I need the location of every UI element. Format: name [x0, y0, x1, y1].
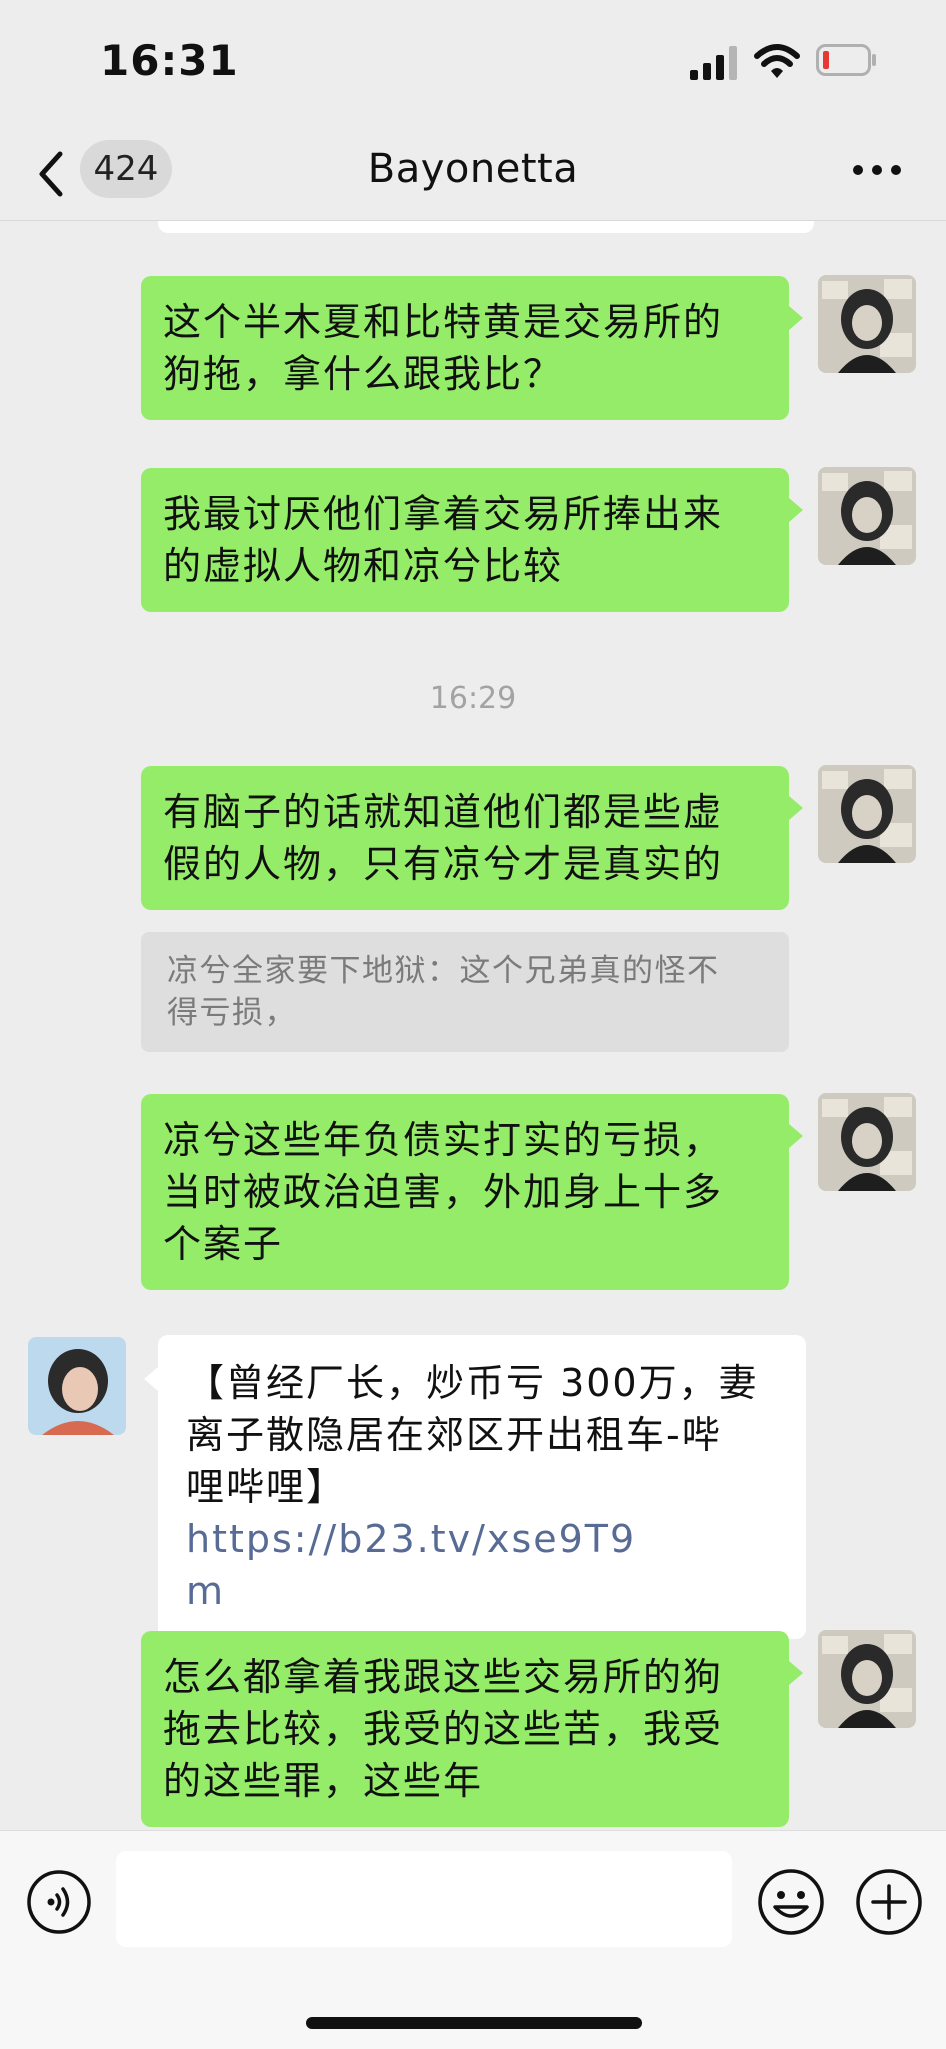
- message-line: 【曾经厂长，炒币亏 300万，妻: [186, 1361, 759, 1405]
- message-bubble-received[interactable]: 【曾经厂长，炒币亏 300万，妻 离子散隐居在郊区开出租车-哔 哩哔哩】 htt…: [144, 1335, 806, 1639]
- message-bubble-sent[interactable]: 这个半木夏和比特黄是交易所的 狗拖，拿什么跟我比？: [141, 276, 803, 420]
- status-bar: 16:31: [0, 0, 946, 130]
- message-link[interactable]: https://b23.tv/xse9T9: [186, 1517, 636, 1561]
- more-dots-icon[interactable]: [852, 160, 902, 180]
- my-avatar[interactable]: [818, 467, 916, 565]
- contact-avatar[interactable]: [28, 1337, 126, 1435]
- message-bubble-sent[interactable]: 有脑子的话就知道他们都是些虚 假的人物，只有凉兮才是真实的: [141, 766, 803, 910]
- message-list[interactable]: 这个半木夏和比特黄是交易所的 狗拖，拿什么跟我比？ 我最讨厌他们拿着交易所捧出来…: [0, 221, 946, 1830]
- message-line: 凉兮这些年负债实打实的亏损，: [163, 1118, 724, 1162]
- emoji-icon[interactable]: [756, 1867, 826, 1937]
- quote-line: 凉兮全家要下地狱：这个兄弟真的怪不: [167, 953, 720, 989]
- message-line: m: [186, 1565, 778, 1617]
- message-bubble-sent[interactable]: 我最讨厌他们拿着交易所捧出来 的虚拟人物和凉兮比较: [141, 468, 803, 612]
- message-bubble-sent[interactable]: 凉兮这些年负债实打实的亏损， 当时被政治迫害，外加身上十多 个案子: [141, 1094, 803, 1290]
- message-line: 怎么都拿着我跟这些交易所的狗: [163, 1655, 724, 1699]
- message-line: 当时被政治迫害，外加身上十多: [163, 1170, 724, 1214]
- message-line: 这个半木夏和比特黄是交易所的: [163, 300, 724, 344]
- quote-line: 得亏损，: [167, 995, 297, 1031]
- message-line: 哩哔哩】 https://b23.tv/xse9T9: [186, 1461, 778, 1565]
- message-line: 的虚拟人物和凉兮比较: [163, 544, 564, 588]
- my-avatar[interactable]: [818, 1630, 916, 1728]
- my-avatar[interactable]: [818, 765, 916, 863]
- message-line: 狗拖，拿什么跟我比？: [163, 352, 564, 396]
- input-bar: [0, 1830, 946, 2049]
- chat-header: 424 Bayonetta: [0, 130, 946, 221]
- previous-message-bubble[interactable]: [158, 221, 814, 233]
- home-indicator: [306, 2017, 642, 2029]
- message-line: 拖去比较，我受的这些苦，我受: [163, 1707, 724, 1751]
- message-bubble-sent[interactable]: 怎么都拿着我跟这些交易所的狗 拖去比较，我受的这些苦，我受 的这些罪，这些年: [141, 1631, 803, 1827]
- message-line: 假的人物，只有凉兮才是真实的: [163, 842, 724, 886]
- plus-icon[interactable]: [854, 1867, 924, 1937]
- my-avatar[interactable]: [818, 1093, 916, 1191]
- signal-icon: [690, 46, 737, 80]
- message-link-continuation[interactable]: m: [186, 1569, 225, 1613]
- wifi-icon: [754, 44, 800, 78]
- message-timestamp: 16:29: [429, 681, 517, 716]
- message-line: 个案子: [163, 1222, 284, 1266]
- voice-icon[interactable]: [26, 1869, 92, 1935]
- message-text: 哩哔哩】: [186, 1465, 347, 1509]
- status-time: 16:31: [100, 36, 239, 85]
- quoted-reply[interactable]: 凉兮全家要下地狱：这个兄弟真的怪不 得亏损，: [141, 932, 789, 1052]
- message-line: 的这些罪，这些年: [163, 1759, 484, 1803]
- chat-title: Bayonetta: [367, 146, 579, 192]
- message-input[interactable]: [116, 1851, 732, 1947]
- my-avatar[interactable]: [818, 275, 916, 373]
- message-line: 有脑子的话就知道他们都是些虚: [163, 790, 724, 834]
- message-line: 离子散隐居在郊区开出租车-哔: [186, 1413, 722, 1457]
- message-line: 我最讨厌他们拿着交易所捧出来: [163, 492, 724, 536]
- battery-low-icon: [816, 44, 876, 76]
